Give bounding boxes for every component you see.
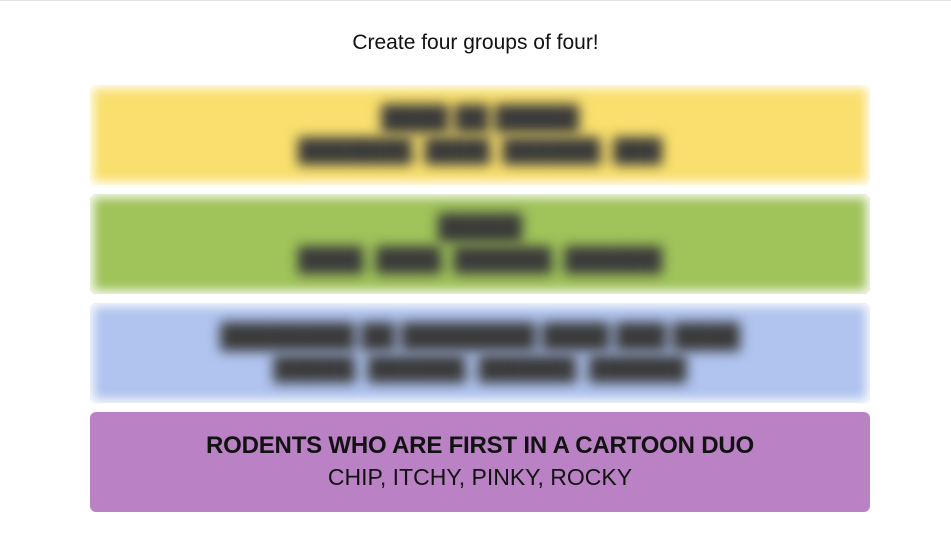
group-members: ████, ████, ██████, ██████ bbox=[297, 246, 663, 272]
solved-group-green: █████ ████, ████, ██████, ██████ bbox=[90, 194, 870, 294]
solved-group-yellow: ████ ██ █████ ███████, ████, ██████, ███ bbox=[90, 85, 870, 185]
group-members: CHIP, ITCHY, PINKY, ROCKY bbox=[327, 464, 633, 490]
group-title: ████████ ██ ████████ ████ ███ ████ bbox=[220, 323, 740, 350]
solved-group-blue: ████████ ██ ████████ ████ ███ ████ █████… bbox=[90, 303, 870, 403]
instructions-text: Create four groups of four! bbox=[352, 31, 599, 54]
group-members: ███████, ████, ██████, ███ bbox=[297, 137, 663, 163]
solved-group-purple: RODENTS WHO ARE FIRST IN A CARTOON DUO C… bbox=[90, 412, 870, 512]
solved-groups-board: ████ ██ █████ ███████, ████, ██████, ███… bbox=[90, 85, 870, 521]
group-members: █████, ██████, ██████, ██████ bbox=[273, 355, 687, 381]
group-title: RODENTS WHO ARE FIRST IN A CARTOON DUO bbox=[206, 432, 754, 459]
top-divider bbox=[0, 0, 951, 1]
group-title: █████ bbox=[437, 214, 523, 241]
group-title: ████ ██ █████ bbox=[381, 105, 579, 132]
